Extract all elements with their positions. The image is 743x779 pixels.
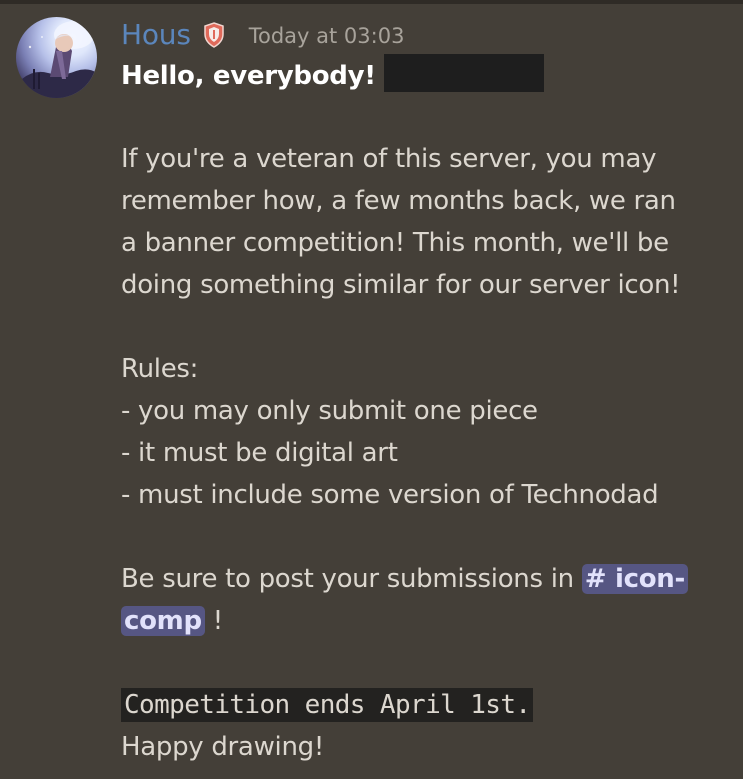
redacted-block	[383, 54, 544, 92]
closing-text: Happy drawing!	[121, 732, 324, 762]
rules-heading: Rules:	[121, 354, 199, 384]
submission-text: Be sure to post your submissions in	[121, 564, 574, 594]
message-timestamp[interactable]: Today at 03:03	[249, 24, 405, 48]
paragraph-line: doing something similar for our server i…	[121, 270, 681, 300]
rule-item: - must include some version of Technodad	[121, 480, 659, 510]
paragraph-line: remember how, a few months back, we ran	[121, 186, 676, 216]
author-name[interactable]: Hous	[121, 18, 191, 51]
greeting-text: Hello, everybody!	[121, 61, 376, 91]
rule-item: - it must be digital art	[121, 438, 398, 468]
chat-message: Hous Today at 03:03 Hello, everybody! If…	[0, 0, 743, 779]
deadline-code: Competition ends April 1st.	[121, 688, 534, 722]
message-content: Hello, everybody! If you're a veteran of…	[121, 54, 731, 768]
rule-item: - you may only submit one piece	[121, 396, 538, 426]
avatar[interactable]	[16, 17, 97, 98]
shield-badge-icon[interactable]	[203, 22, 225, 48]
message-header: Hous Today at 03:03	[121, 14, 404, 54]
submission-suffix: !	[204, 606, 223, 636]
paragraph-line: If you're a veteran of this server, you …	[121, 144, 657, 174]
paragraph-line: a banner competition! This month, we'll …	[121, 228, 669, 258]
channel-mention-icon-comp[interactable]: # icon-	[581, 564, 689, 594]
channel-mention-icon-comp-cont[interactable]: comp	[121, 606, 205, 636]
